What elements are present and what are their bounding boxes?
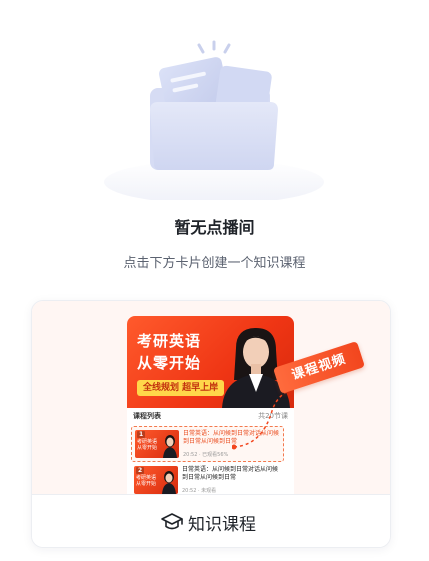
lesson-thumb-text: 考研英语 从零开始 — [136, 475, 157, 487]
graduation-cap-icon — [161, 513, 183, 530]
lesson-thumb-face — [162, 471, 176, 494]
create-button-label: 知识课程 — [188, 514, 256, 535]
banner-title-line2: 从零开始 — [137, 354, 202, 372]
empty-state-description: 点击下方卡片创建一个知识课程 — [123, 256, 306, 271]
lesson-meta: 20:52 · 未观看 — [182, 488, 217, 494]
lesson-thumb-text: 考研英语 从零开始 — [137, 439, 158, 451]
lesson-number: 2 — [136, 467, 145, 474]
course-list-label: 课程列表 — [133, 412, 161, 420]
lesson-number: 1 — [137, 431, 146, 438]
create-knowledge-course-button[interactable]: 知识课程 — [160, 509, 256, 535]
lesson-thumb-face — [163, 435, 177, 458]
banner-title-line1: 考研英语 — [137, 332, 202, 350]
lesson-meta: 20:52 · 已观看56% — [183, 452, 229, 458]
lesson-thumbnail: 1 考研英语 从零开始 — [135, 430, 179, 458]
card-footer: 知识课程 — [32, 494, 390, 547]
course-preview: 考研英语 从零开始 全线规划 超早上岸 课程列表 共20节课 1 考研英语 从零… — [32, 301, 390, 494]
lesson-item: 2 考研英语 从零开始 日常英语：从问候到日常对话从问候到日常从问候到日常 20… — [131, 463, 282, 494]
create-course-card[interactable]: 考研英语 从零开始 全线规划 超早上岸 课程列表 共20节课 1 考研英语 从零… — [31, 300, 391, 548]
empty-state-title: 暂无点播间 — [174, 218, 255, 237]
banner-tag: 全线规划 超早上岸 — [137, 380, 225, 396]
lesson-title: 日常英语：从问候到日常对话从问候到日常从问候到日常 — [182, 466, 279, 481]
empty-folder-illustration — [104, 40, 324, 200]
lesson-thumbnail: 2 考研英语 从零开始 — [134, 466, 178, 494]
